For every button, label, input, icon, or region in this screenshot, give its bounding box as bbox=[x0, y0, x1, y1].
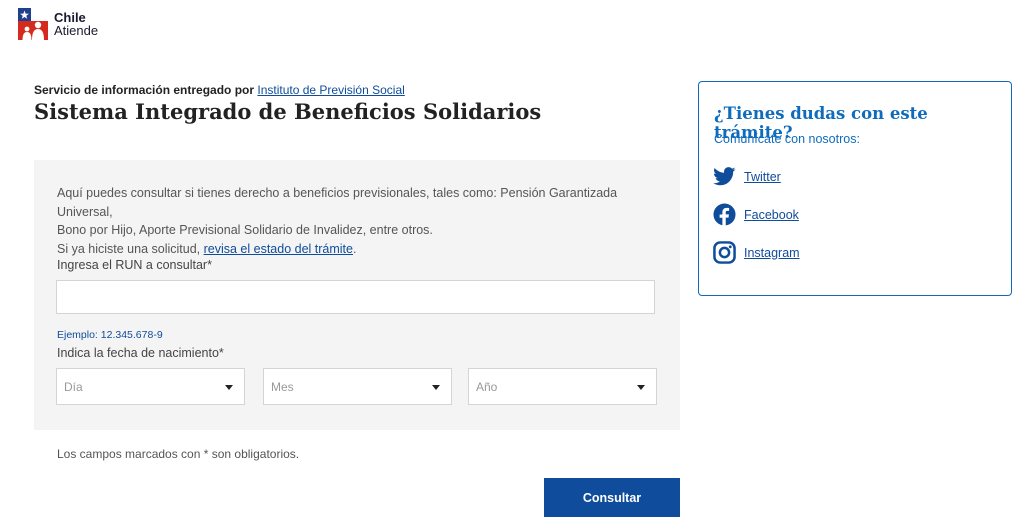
twitter-link[interactable]: Twitter bbox=[744, 170, 781, 184]
instagram-icon bbox=[713, 241, 736, 264]
chile-flag-logo-icon bbox=[18, 8, 48, 40]
form-panel: Aquí puedes consultar si tienes derecho … bbox=[34, 160, 680, 430]
provider-link[interactable]: Instituto de Previsión Social bbox=[257, 83, 404, 97]
provider-info: Servicio de información entregado por In… bbox=[34, 83, 405, 97]
chileatiende-logo[interactable]: Chile Atiende bbox=[18, 7, 113, 41]
birthdate-label: Indica la fecha de nacimiento* bbox=[57, 346, 224, 360]
page-title: Sistema Integrado de Beneficios Solidari… bbox=[34, 99, 542, 124]
description-line-2: Bono por Hijo, Aporte Previsional Solida… bbox=[57, 223, 433, 237]
day-placeholder: Día bbox=[64, 380, 83, 394]
month-placeholder: Mes bbox=[271, 380, 294, 394]
description-line-3: Si ya hiciste una solicitud, bbox=[57, 241, 204, 256]
help-panel: ¿Tienes dudas con este trámite? Comuníca… bbox=[698, 81, 1012, 296]
brand-line-2: Atiende bbox=[54, 23, 99, 38]
year-select[interactable]: Año bbox=[468, 368, 657, 405]
day-select[interactable]: Día bbox=[56, 368, 245, 405]
chevron-down-icon bbox=[432, 385, 440, 390]
social-link-facebook[interactable]: Facebook bbox=[713, 203, 799, 226]
instagram-link[interactable]: Instagram bbox=[744, 246, 800, 260]
form-description: Aquí puedes consultar si tienes derecho … bbox=[57, 184, 657, 258]
social-link-twitter[interactable]: Twitter bbox=[713, 165, 781, 188]
description-line-1: Aquí puedes consultar si tienes derecho … bbox=[57, 186, 618, 219]
provider-text: Servicio de información entregado por bbox=[34, 83, 255, 97]
facebook-link[interactable]: Facebook bbox=[744, 208, 799, 222]
facebook-icon bbox=[713, 203, 736, 226]
chevron-down-icon bbox=[225, 385, 233, 390]
required-fields-note: Los campos marcados con * son obligatori… bbox=[57, 447, 300, 461]
social-link-instagram[interactable]: Instagram bbox=[713, 241, 800, 264]
run-label: Ingresa el RUN a consultar* bbox=[57, 258, 212, 272]
brand-name: Chile Atiende bbox=[54, 11, 98, 37]
status-check-link[interactable]: revisa el estado del trámite bbox=[204, 242, 353, 256]
chevron-down-icon bbox=[637, 385, 645, 390]
year-placeholder: Año bbox=[476, 380, 498, 394]
description-line-3-end: . bbox=[353, 241, 357, 256]
consultar-button[interactable]: Consultar bbox=[544, 478, 680, 517]
twitter-icon bbox=[713, 165, 736, 188]
run-example-hint: Ejemplo: 12.345.678-9 bbox=[57, 329, 163, 341]
help-subtitle: Comunícate con nosotros: bbox=[714, 132, 860, 146]
run-input[interactable] bbox=[56, 280, 655, 314]
month-select[interactable]: Mes bbox=[263, 368, 452, 405]
